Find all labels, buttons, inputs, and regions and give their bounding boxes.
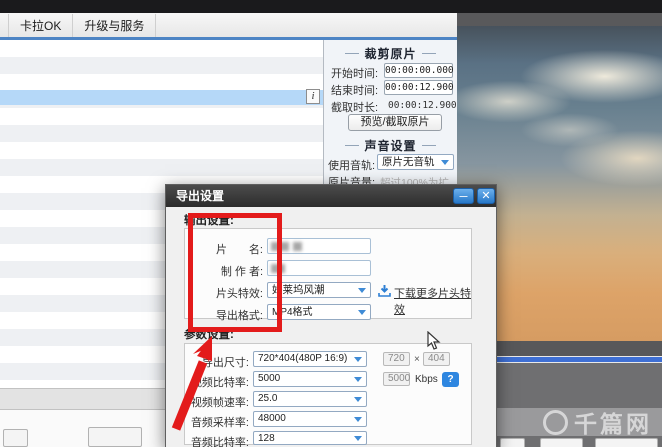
dialog-body: 输出设置: 片 名: 制 作 者: 片头特效: 好莱坞风潮 下载更多片头特效 导… — [166, 207, 496, 447]
audio-bitrate-label: 音频比特率: — [190, 437, 249, 447]
chevron-down-icon — [354, 377, 362, 382]
duration-label: 截取时长: — [331, 102, 379, 114]
dialog-title-bar[interactable]: 导出设置 — [166, 185, 496, 207]
frame-rate-select[interactable]: 25.0 — [253, 391, 367, 407]
tab-karaoke[interactable]: 卡拉OK — [8, 13, 72, 37]
chevron-down-icon — [354, 417, 362, 422]
export-settings-dialog: 导出设置 — ✕ 输出设置: 片 名: 制 作 者: 片头特效: 好莱坞风潮 下… — [165, 184, 497, 447]
download-more-effects-link[interactable]: 下载更多片头特效 — [394, 285, 471, 317]
crop-section-title: 裁剪原片 — [364, 47, 417, 61]
audio-track-label: 使用音轨: — [328, 160, 376, 172]
dialog-title: 导出设置 — [176, 189, 225, 203]
crop-section-header: 裁剪原片 — [324, 45, 457, 62]
audio-track-value: 原片无音轨 — [382, 156, 435, 168]
bitrate-unit: Kbps — [415, 374, 438, 385]
audio-sample-rate-select[interactable]: 48000 — [253, 411, 367, 427]
title-field-label: 片 名: — [215, 244, 263, 256]
toolbar-accent-line — [0, 37, 457, 40]
bottom-left-button-2[interactable] — [88, 427, 142, 447]
bottom-button-2[interactable] — [540, 438, 583, 447]
chevron-down-icon — [354, 357, 362, 362]
param-section-label: 参数设置: — [184, 329, 234, 341]
app-root: 卡拉OK 升级与服务 i 裁剪原片 开始时间: 00:00:00.000 结束时… — [0, 0, 662, 447]
header-dash — [421, 53, 436, 54]
video-bitrate-value: 5000 — [258, 373, 281, 384]
video-top-strip — [457, 13, 662, 26]
download-icon[interactable] — [378, 284, 391, 297]
export-format-select[interactable]: MP4格式 — [267, 304, 371, 320]
chevron-down-icon — [358, 288, 366, 293]
close-icon: ✕ — [481, 190, 491, 202]
audio-bitrate-select[interactable]: 128 — [253, 431, 367, 445]
main-toolbar: 卡拉OK 升级与服务 — [0, 13, 457, 37]
minimize-button[interactable]: — — [453, 188, 474, 204]
author-field-label: 制 作 者: — [220, 266, 263, 278]
header-dash — [421, 145, 436, 146]
chevron-down-icon — [354, 397, 362, 402]
audio-track-select[interactable]: 原片无音轨 — [377, 154, 454, 170]
sound-section-header: 声音设置 — [324, 137, 457, 154]
video-bitrate-label: 视频比特率: — [190, 377, 249, 389]
preview-crop-button[interactable]: 预览/截取原片 — [348, 114, 442, 131]
minimize-icon: — — [459, 192, 468, 201]
chevron-down-icon — [441, 160, 449, 165]
bottom-left-button-1[interactable] — [3, 429, 28, 447]
end-time-label: 结束时间: — [331, 85, 379, 97]
intro-effect-label: 片头特效: — [215, 288, 263, 300]
bitrate-help-button[interactable]: ? — [442, 372, 459, 387]
info-button[interactable]: i — [306, 89, 320, 104]
frame-rate-label: 视频帧速率: — [190, 397, 249, 409]
intro-effect-select[interactable]: 好莱坞风潮 — [267, 282, 371, 298]
tab-upgrade-services[interactable]: 升级与服务 — [72, 13, 157, 37]
export-size-label: 导出尺寸: — [201, 357, 249, 369]
title-input[interactable] — [267, 238, 371, 254]
author-input[interactable] — [267, 260, 371, 276]
start-time-input[interactable]: 00:00:00.000 — [384, 63, 454, 78]
frame-rate-value: 25.0 — [258, 393, 278, 404]
height-field[interactable]: 404 — [423, 352, 450, 366]
export-size-select[interactable]: 720*404(480P 16:9) — [253, 351, 367, 367]
bottom-button-3[interactable] — [595, 438, 658, 447]
audio-sample-rate-label: 音频采样率: — [190, 417, 249, 429]
export-format-value: MP4格式 — [272, 307, 313, 318]
intro-effect-value: 好莱坞风潮 — [272, 284, 325, 296]
header-dash — [345, 53, 360, 54]
chevron-down-icon — [358, 310, 366, 315]
output-section-box: 片 名: 制 作 者: 片头特效: 好莱坞风潮 下载更多片头特效 导出格式: M… — [184, 228, 472, 322]
selected-list-row[interactable] — [0, 90, 323, 105]
audio-sample-rate-value: 48000 — [258, 413, 286, 424]
width-field[interactable]: 720 — [383, 352, 410, 366]
export-size-value: 720*404(480P 16:9) — [258, 353, 348, 364]
end-time-input[interactable]: 00:00:12.900 — [384, 80, 454, 95]
start-time-label: 开始时间: — [331, 68, 379, 80]
close-button[interactable]: ✕ — [477, 188, 495, 204]
video-bitrate-select[interactable]: 5000 — [253, 371, 367, 387]
header-dash — [345, 145, 360, 146]
export-format-label: 导出格式: — [215, 310, 263, 322]
bitrate-field[interactable]: 5000 — [383, 372, 410, 386]
output-section-label: 输出设置: — [184, 215, 234, 227]
times-glyph: × — [414, 354, 420, 365]
window-top-bar — [0, 0, 662, 13]
chevron-down-icon — [354, 436, 362, 441]
sound-section-title: 声音设置 — [364, 139, 417, 153]
bottom-button-1[interactable] — [500, 438, 525, 447]
audio-bitrate-value: 128 — [258, 433, 275, 444]
param-section-box: 导出尺寸: 720*404(480P 16:9) 720 × 404 视频比特率… — [184, 343, 472, 447]
duration-value: 00:00:12.900 — [388, 100, 457, 111]
